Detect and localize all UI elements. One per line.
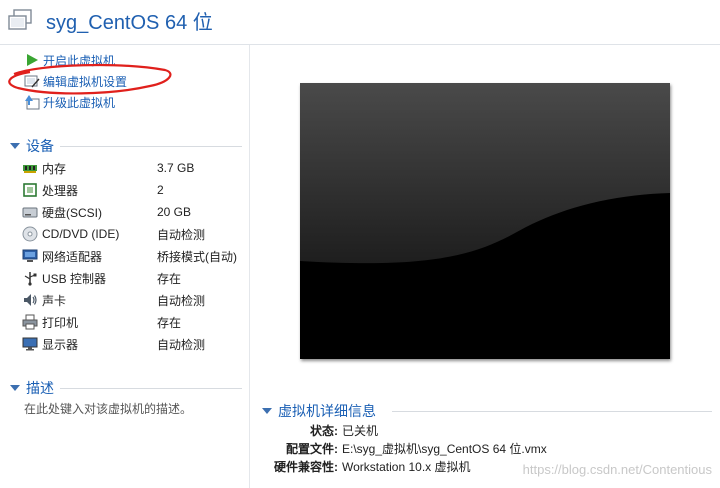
watermark-text: https://blog.csdn.net/Contentious — [522, 462, 712, 477]
detail-value: Workstation 10.x 虚拟机 — [342, 460, 471, 474]
usb-icon — [24, 272, 37, 286]
upgrade-vm-label: 升级此虚拟机 — [43, 95, 116, 110]
power-on-vm-label: 开启此虚拟机 — [43, 53, 116, 68]
preview-gloss — [300, 83, 670, 359]
device-row-cd-dvd[interactable]: CD/DVD (IDE) 自动检测 — [22, 224, 242, 244]
sound-card-icon — [24, 294, 37, 306]
device-value: 存在 — [157, 315, 182, 330]
device-value: 自动检测 — [157, 227, 206, 242]
device-name: 处理器 — [42, 183, 79, 198]
vm-details-header[interactable]: 虚拟机详细信息 — [262, 402, 376, 420]
device-name: 显示器 — [42, 337, 79, 352]
memory-icon — [23, 165, 37, 173]
device-row-memory[interactable]: 内存 3.7 GB — [22, 158, 242, 178]
detail-value: 已关机 — [342, 424, 379, 438]
device-value: 存在 — [157, 271, 182, 286]
description-input[interactable]: 在此处键入对该虚拟机的描述。 — [24, 400, 192, 417]
device-value: 自动检测 — [157, 337, 206, 352]
pane-divider — [249, 45, 250, 488]
edit-settings-icon — [24, 75, 40, 88]
section-divider — [60, 146, 242, 147]
detail-label: 硬件兼容性: — [274, 460, 338, 474]
device-value: 桥接模式(自动) — [157, 249, 237, 264]
title-bar: syg_CentOS 64 位 — [0, 0, 720, 45]
cd-dvd-icon — [22, 226, 38, 242]
device-name: 硬盘(SCSI) — [42, 205, 103, 220]
upgrade-icon — [25, 95, 40, 110]
section-divider — [60, 388, 242, 389]
device-value: 3.7 GB — [157, 161, 195, 175]
play-icon — [27, 54, 38, 66]
device-name: 内存 — [42, 161, 67, 176]
printer-icon — [22, 314, 38, 330]
device-name: 声卡 — [42, 293, 67, 308]
display-icon — [22, 337, 38, 351]
section-divider — [392, 411, 712, 412]
device-row-network-adapter[interactable]: 网络适配器 桥接模式(自动) — [22, 246, 242, 266]
detail-label: 配置文件: — [286, 442, 338, 456]
device-row-usb-controller[interactable]: USB 控制器 存在 — [22, 268, 242, 288]
edit-vm-settings-link[interactable]: 编辑虚拟机设置 — [24, 72, 127, 90]
device-name: 打印机 — [42, 315, 79, 330]
device-value: 自动检测 — [157, 293, 206, 308]
detail-value: E:\syg_虚拟机\syg_CentOS 64 位.vmx — [342, 442, 547, 456]
device-row-printer[interactable]: 打印机 存在 — [22, 312, 242, 332]
collapse-triangle-icon — [10, 385, 20, 391]
devices-heading: 设备 — [26, 138, 54, 154]
device-name: CD/DVD (IDE) — [42, 227, 120, 241]
device-row-processor[interactable]: 处理器 2 — [22, 180, 242, 200]
devices-section-header[interactable]: 设备 — [10, 137, 54, 155]
device-value: 2 — [157, 183, 164, 197]
device-row-hard-disk[interactable]: 硬盘(SCSI) 20 GB — [22, 202, 242, 222]
detail-row-status: 状态: 已关机 — [262, 422, 712, 440]
vm-screen-preview[interactable] — [300, 83, 670, 359]
vm-details-heading: 虚拟机详细信息 — [278, 403, 376, 419]
detail-row-config-file: 配置文件: E:\syg_虚拟机\syg_CentOS 64 位.vmx — [262, 440, 712, 458]
description-heading: 描述 — [26, 380, 54, 396]
processor-icon — [23, 183, 37, 197]
collapse-triangle-icon — [10, 143, 20, 149]
network-adapter-icon — [22, 249, 38, 262]
edit-vm-settings-label: 编辑虚拟机设置 — [43, 74, 128, 89]
device-row-display[interactable]: 显示器 自动检测 — [22, 334, 242, 354]
power-on-vm-link[interactable]: 开启此虚拟机 — [24, 51, 115, 69]
collapse-triangle-icon — [262, 408, 272, 414]
virtual-machine-icon — [8, 9, 32, 30]
hard-disk-icon — [22, 207, 38, 218]
device-name: USB 控制器 — [42, 271, 107, 286]
detail-label: 状态: — [310, 424, 338, 438]
device-name: 网络适配器 — [42, 249, 103, 264]
device-row-sound-card[interactable]: 声卡 自动检测 — [22, 290, 242, 310]
vm-title: syg_CentOS 64 位 — [46, 12, 213, 34]
upgrade-vm-link[interactable]: 升级此虚拟机 — [24, 93, 115, 111]
device-value: 20 GB — [157, 205, 192, 219]
description-section-header[interactable]: 描述 — [10, 379, 54, 397]
